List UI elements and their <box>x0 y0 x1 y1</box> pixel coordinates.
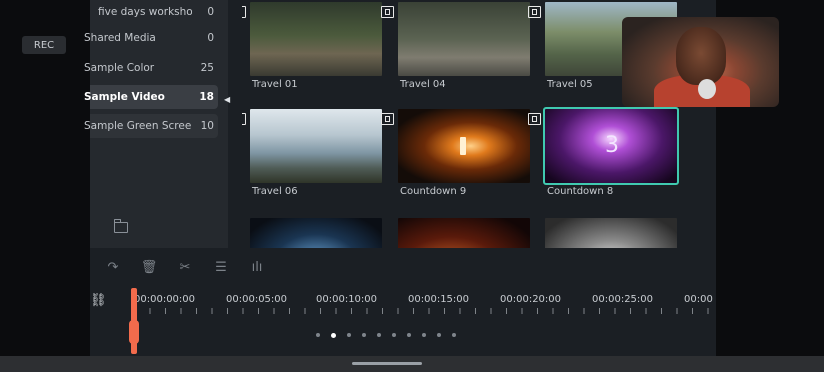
adjust-icon[interactable]: ☰ <box>212 258 230 276</box>
countdown-graphic <box>460 137 466 155</box>
library-item-sample-color[interactable]: Sample Color 25 <box>84 56 218 80</box>
clip-title: Countdown 9 <box>400 186 467 197</box>
split-scissors-icon[interactable]: ✂ <box>176 258 194 276</box>
film-icon <box>528 113 541 125</box>
page-dot[interactable] <box>377 333 381 337</box>
recording-indicator[interactable]: REC <box>22 36 66 54</box>
clip-title: Travel 06 <box>252 186 298 197</box>
timecode-label: 00:00:15:00 <box>408 294 470 305</box>
recording-label: REC <box>33 39 55 51</box>
page-dot[interactable] <box>452 333 456 337</box>
clip-title: Countdown 8 <box>547 186 614 197</box>
library-item-name: Sample Color <box>84 62 155 74</box>
clip-thumbnail <box>398 218 530 248</box>
clip-thumbnail <box>250 109 382 183</box>
panel-divider[interactable]: ◀ <box>224 0 242 248</box>
library-item-count: 25 <box>200 62 214 74</box>
library-item-count: 10 <box>200 120 214 132</box>
library-item-name: five days workshop <box>98 6 192 18</box>
timecode-label: 00:00:10:00 <box>316 294 378 305</box>
film-icon <box>528 6 541 18</box>
clip-thumbnail <box>250 218 382 248</box>
library-item-sample-green-screen[interactable]: Sample Green Screen 10 <box>84 114 218 138</box>
timecode-label: 00:00:25:00 <box>592 294 654 305</box>
timecode-label: 00:00:05:00 <box>226 294 288 305</box>
redo-icon[interactable]: ↷ <box>104 258 122 276</box>
library-item-count: 0 <box>207 32 214 44</box>
clip-title: Travel 05 <box>547 79 593 90</box>
page-dot[interactable] <box>437 333 441 337</box>
clip-thumbnail <box>398 2 530 76</box>
timeline-ruler[interactable]: 00:00:00:00 00:00:05:00 00:00:10:00 00:0… <box>90 286 716 326</box>
film-icon <box>381 6 394 18</box>
timeline-toolbar: ↷ 🗑 ✂ ☰ ılı <box>90 258 716 280</box>
clip-thumbnail <box>545 218 677 248</box>
microphone-icon <box>698 79 716 99</box>
film-icon <box>381 113 394 125</box>
film-icon <box>242 113 246 125</box>
delete-icon[interactable]: 🗑 <box>140 258 158 276</box>
page-dot[interactable] <box>392 333 396 337</box>
page-dot[interactable] <box>316 333 320 337</box>
webcam-person <box>676 27 726 85</box>
home-indicator[interactable] <box>352 362 422 365</box>
webcam-overlay <box>622 17 779 107</box>
page-dot[interactable] <box>407 333 411 337</box>
library-item-five-days-workshop[interactable]: five days workshop 0 <box>90 0 218 24</box>
clip-thumbnail <box>398 109 530 183</box>
folder-icon[interactable] <box>114 219 128 233</box>
page-dot[interactable] <box>347 333 351 337</box>
library-item-name: Sample Video <box>84 91 165 103</box>
playhead-handle[interactable] <box>129 320 139 344</box>
countdown-digit: 3 <box>605 133 619 158</box>
page-indicator <box>316 333 456 339</box>
film-icon <box>242 6 246 18</box>
clip-title: Travel 04 <box>400 79 446 90</box>
library-item-count: 0 <box>207 6 214 18</box>
timecode-label: 00:00 <box>684 294 713 305</box>
library-item-shared-media[interactable]: Shared Media 0 <box>84 26 218 50</box>
clip-title: Travel 01 <box>252 79 298 90</box>
ruler-ticks <box>134 308 716 314</box>
library-item-sample-video[interactable]: Sample Video 18 <box>84 85 218 109</box>
clip-thumbnail: 3 <box>543 107 679 185</box>
library-item-name: Shared Media <box>84 32 156 44</box>
library-item-count: 18 <box>199 91 214 103</box>
media-library-panel: five days workshop 0 Shared Media 0 Samp… <box>84 0 228 248</box>
audio-icon[interactable]: ılı <box>248 258 266 276</box>
clip-thumbnail <box>250 2 382 76</box>
page-dot[interactable] <box>362 333 366 337</box>
page-dot[interactable] <box>422 333 426 337</box>
library-item-name: Sample Green Screen <box>84 120 192 132</box>
collapse-arrow-icon[interactable]: ◀ <box>224 95 230 104</box>
page-dot[interactable] <box>331 333 336 338</box>
timecode-label: 00:00:00:00 <box>134 294 196 305</box>
timecode-label: 00:00:20:00 <box>500 294 562 305</box>
